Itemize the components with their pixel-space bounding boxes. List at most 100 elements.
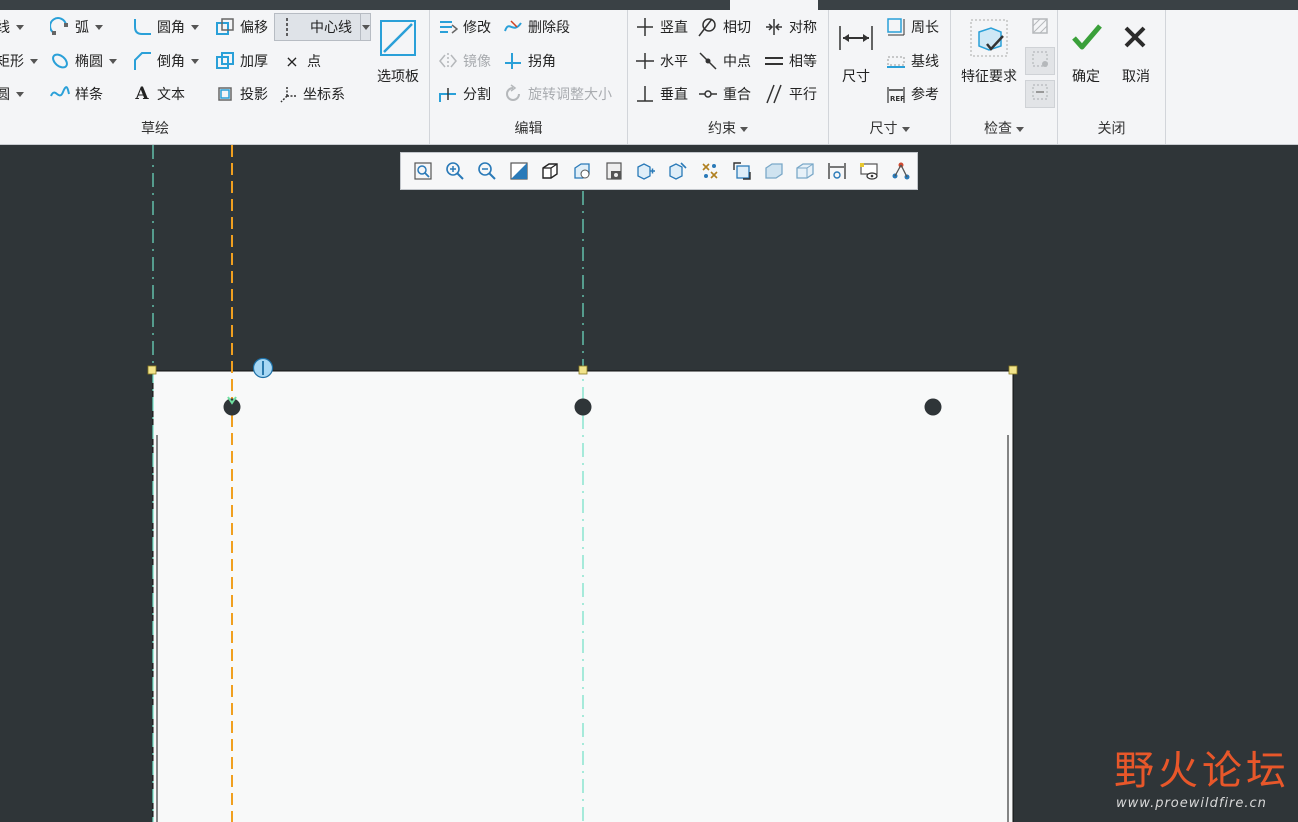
divide-button[interactable]: 分割 [438, 80, 491, 108]
sketch-view-icon[interactable] [726, 156, 758, 186]
overlapping-geometry-button[interactable] [1025, 80, 1055, 108]
spline-icon [50, 84, 70, 104]
baseline-icon [886, 51, 906, 71]
vertical-button[interactable]: 竖直 [635, 13, 688, 41]
group-inspect-label[interactable]: 检查 [951, 118, 1057, 138]
chevron-down-icon[interactable] [109, 58, 117, 64]
coordinate-system-icon [278, 84, 298, 104]
line-button[interactable]: 线 [0, 13, 24, 41]
feature-requirements-icon [969, 18, 1009, 58]
vertex-handle[interactable] [1008, 365, 1018, 375]
chevron-down-icon[interactable] [191, 24, 199, 30]
annotation-display-icon[interactable] [662, 156, 694, 186]
view-manager-icon[interactable] [598, 156, 630, 186]
point-label: 点 [307, 54, 321, 70]
display-settings-icon[interactable] [885, 156, 917, 186]
circle-button[interactable]: 圆 [0, 80, 24, 108]
dimension-button[interactable]: 尺寸 [826, 18, 886, 86]
project-button[interactable]: 投影 [215, 80, 268, 108]
centerline-button[interactable]: 中心线 [274, 13, 371, 41]
wireframe-view-icon[interactable] [790, 156, 822, 186]
symmetric-icon [764, 17, 784, 37]
spline-button[interactable]: 样条 [50, 80, 103, 108]
vertex-handle[interactable] [147, 365, 157, 375]
shaded-view-icon[interactable] [758, 156, 790, 186]
reference-button[interactable]: REF 参考 [886, 80, 939, 108]
active-ribbon-tab[interactable] [730, 0, 818, 10]
text-icon: A [135, 84, 149, 104]
constraint-display-icon[interactable] [694, 156, 726, 186]
centerline-icon [281, 17, 293, 37]
line-label: 线 [0, 20, 10, 36]
vertical-label: 竖直 [660, 20, 688, 36]
perimeter-button[interactable]: 周长 [886, 13, 939, 41]
arc-button[interactable]: 弧 [50, 13, 103, 41]
perpendicular-icon [635, 84, 655, 104]
cancel-button[interactable]: 取消 [1106, 18, 1166, 86]
display-style-icon[interactable] [535, 156, 567, 186]
delete-segment-label: 删除段 [528, 20, 570, 36]
feature-requirements-button[interactable]: 特征要求 [958, 18, 1020, 86]
refit-icon[interactable] [407, 156, 439, 186]
symmetric-label: 对称 [789, 20, 817, 36]
parallel-button[interactable]: 平行 [764, 80, 817, 108]
chamfer-label: 倒角 [157, 54, 185, 70]
zoom-out-icon[interactable] [471, 156, 503, 186]
group-dimension-text: 尺寸 [869, 121, 898, 137]
group-constrain-label[interactable]: 约束 [628, 118, 828, 138]
highlight-open-ends-button[interactable] [1025, 47, 1055, 75]
chevron-down-icon[interactable] [16, 24, 24, 30]
chevron-down-icon[interactable] [191, 58, 199, 64]
horizontal-label: 水平 [660, 54, 688, 70]
group-edit-label: 编辑 [514, 121, 543, 137]
chamfer-button[interactable]: 倒角 [132, 47, 199, 75]
vertex-handle[interactable] [578, 365, 588, 375]
coincident-button[interactable]: 重合 [698, 80, 751, 108]
sketch-point[interactable] [924, 398, 942, 416]
sketch-point[interactable] [223, 398, 241, 416]
modify-button[interactable]: 修改 [438, 13, 491, 41]
zoom-in-icon[interactable] [439, 156, 471, 186]
mirror-button[interactable]: 镜像 [438, 47, 491, 75]
thicken-button[interactable]: 加厚 [215, 47, 268, 75]
delete-segment-button[interactable]: 删除段 [503, 13, 570, 41]
fillet-button[interactable]: 圆角 [132, 13, 199, 41]
saved-orientations-icon[interactable] [566, 156, 598, 186]
baseline-button[interactable]: 基线 [886, 47, 939, 75]
point-button[interactable]: × 点 [282, 47, 321, 75]
chevron-down-icon[interactable] [30, 58, 38, 64]
spline-label: 样条 [75, 87, 103, 103]
datum-display-icon[interactable] [630, 156, 662, 186]
corner-button[interactable]: 拐角 [503, 47, 556, 75]
dimension-display-icon[interactable] [821, 156, 853, 186]
reference-icon: REF [886, 84, 906, 104]
baseline-label: 基线 [911, 54, 939, 70]
coordsys-button[interactable]: 坐标系 [278, 80, 345, 108]
text-button[interactable]: A 文本 [132, 80, 185, 108]
symmetric-button[interactable]: 对称 [764, 13, 817, 41]
sketch-canvas[interactable] [0, 145, 1298, 822]
horizontal-button[interactable]: 水平 [635, 47, 688, 75]
midpoint-button[interactable]: 中点 [698, 47, 751, 75]
chevron-down-icon[interactable] [95, 24, 103, 30]
circle-label: 圆 [0, 87, 10, 103]
palette-button[interactable]: 选项板 [368, 18, 428, 86]
group-dimension-label[interactable]: 尺寸 [829, 118, 950, 138]
rectangle-button[interactable]: 矩形 [0, 47, 38, 75]
chevron-down-icon [1016, 126, 1024, 132]
shade-closed-loops-button[interactable] [1025, 14, 1055, 42]
tangent-button[interactable]: 相切 [698, 13, 751, 41]
midpoint-label: 中点 [723, 54, 751, 70]
ellipse-button[interactable]: 椭圆 [50, 47, 117, 75]
offset-button[interactable]: 偏移 [215, 13, 268, 41]
equal-button[interactable]: 相等 [764, 47, 817, 75]
perpendicular-button[interactable]: 垂直 [635, 80, 688, 108]
chevron-down-icon[interactable] [16, 91, 24, 97]
rotate-resize-button[interactable]: 旋转调整大小 [503, 80, 612, 108]
sketch-point[interactable] [574, 398, 592, 416]
group-inspect-text: 检查 [984, 121, 1012, 137]
group-close: 确定 取消 关闭 [1058, 10, 1166, 144]
repaint-icon[interactable] [503, 156, 535, 186]
vertex-display-icon[interactable] [853, 156, 885, 186]
arc-label: 弧 [75, 20, 89, 36]
